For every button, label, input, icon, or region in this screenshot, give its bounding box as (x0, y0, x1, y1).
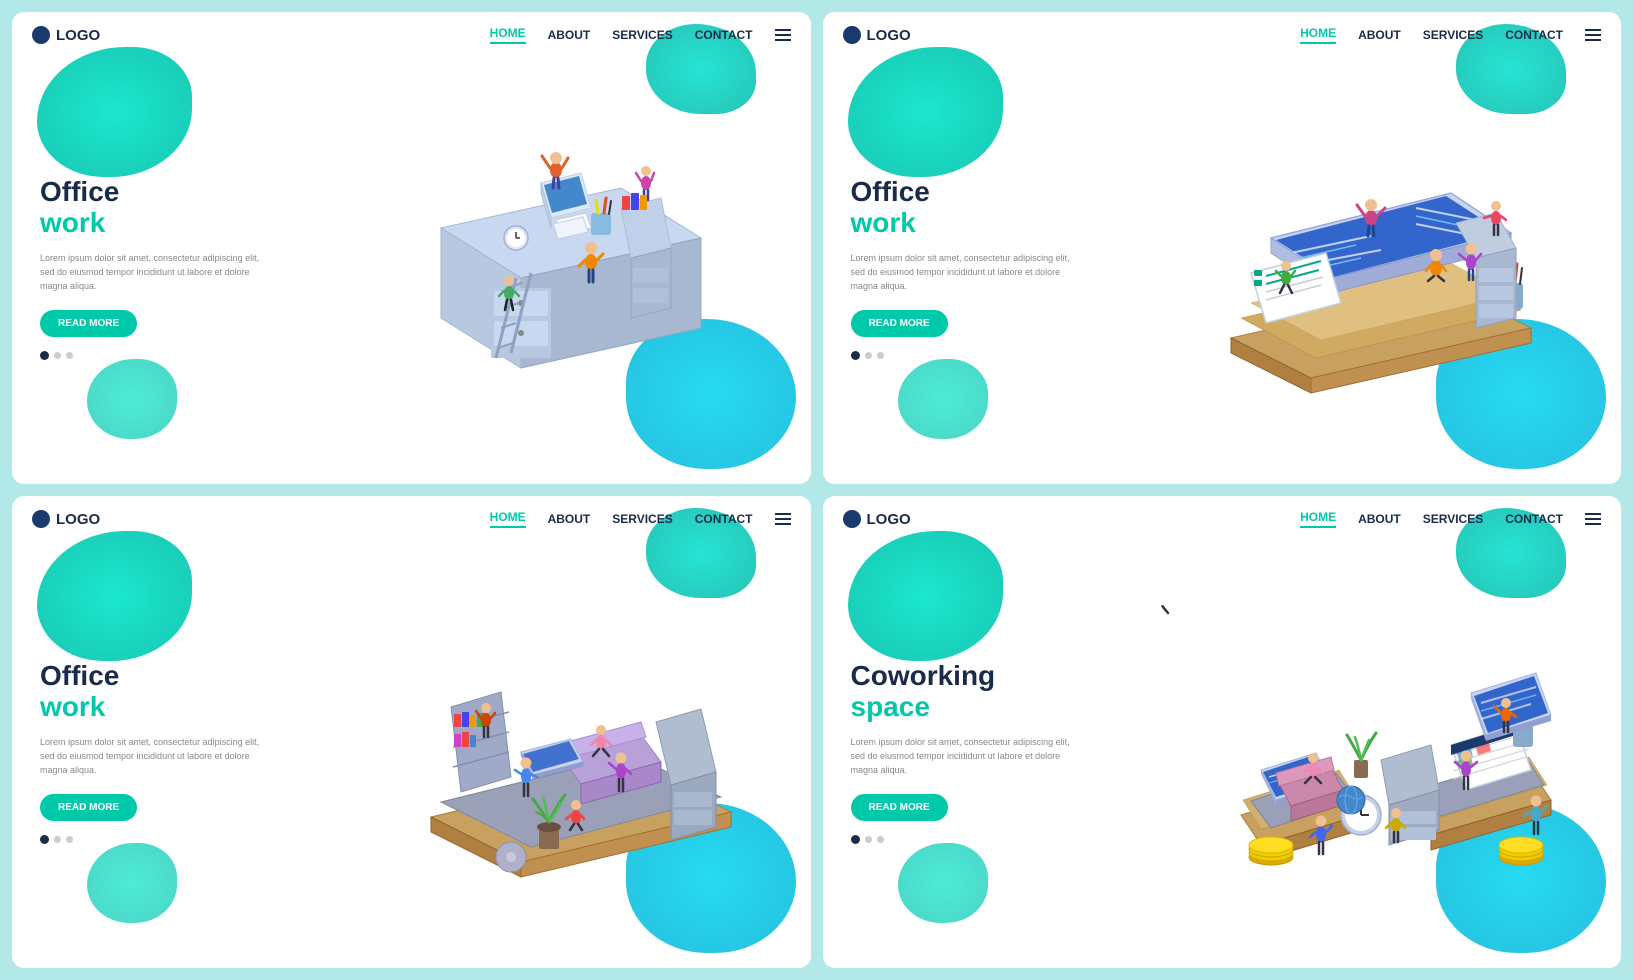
illustration-1 (291, 52, 810, 484)
dot-active-4 (851, 835, 860, 844)
desc-1: Lorem ipsum dolor sit amet, consectetur … (40, 251, 260, 294)
title-line1-1: Office (40, 177, 260, 208)
logo-3: LOGO (32, 510, 100, 528)
title-line1-3: Office (40, 661, 260, 692)
nav-about-1[interactable]: ABOUT (548, 28, 591, 42)
read-more-btn-3[interactable]: READ MORE (40, 794, 137, 821)
logo-text-3: LOGO (56, 511, 100, 528)
coworking-svg (1161, 605, 1561, 900)
read-more-btn-2[interactable]: READ MORE (851, 310, 948, 337)
card-4: LOGO HOME ABOUT SERVICES CONTACT Coworki… (823, 496, 1622, 968)
dot-2-3 (54, 836, 61, 843)
dots-2 (851, 351, 1071, 360)
title-line2-1: work (40, 208, 260, 239)
dot-active-1 (40, 351, 49, 360)
illustration-2 (1102, 52, 1621, 484)
read-more-btn-1[interactable]: READ MORE (40, 310, 137, 337)
illustration-3 (291, 536, 810, 968)
nav-home-2[interactable]: HOME (1300, 26, 1336, 44)
nav-3: LOGO HOME ABOUT SERVICES CONTACT (12, 496, 811, 542)
dot-2-1 (54, 352, 61, 359)
dots-4 (851, 835, 1071, 844)
nav-about-2[interactable]: ABOUT (1358, 28, 1401, 42)
dot-active-3 (40, 835, 49, 844)
nav-links-4: HOME ABOUT SERVICES CONTACT (1300, 510, 1601, 528)
logo-dot-4 (843, 510, 861, 528)
read-more-btn-4[interactable]: READ MORE (851, 794, 948, 821)
content-left-3: Office work Lorem ipsum dolor sit amet, … (40, 661, 260, 844)
logo-dot-3 (32, 510, 50, 528)
logo-4: LOGO (843, 510, 911, 528)
card-2: LOGO HOME ABOUT SERVICES CONTACT Office … (823, 12, 1622, 484)
nav-links-1: HOME ABOUT SERVICES CONTACT (490, 26, 791, 44)
nav-contact-4[interactable]: CONTACT (1505, 512, 1563, 526)
nav-links-3: HOME ABOUT SERVICES CONTACT (490, 510, 791, 528)
dots-1 (40, 351, 260, 360)
title-line2-3: work (40, 692, 260, 723)
desc-2: Lorem ipsum dolor sit amet, consectetur … (851, 251, 1071, 294)
logo-text-1: LOGO (56, 27, 100, 44)
hamburger-3[interactable] (775, 513, 791, 525)
dot-3-1 (66, 352, 73, 359)
nav-1: LOGO HOME ABOUT SERVICES CONTACT (12, 12, 811, 58)
laptop-svg (1171, 128, 1551, 408)
hamburger-2[interactable] (1585, 29, 1601, 41)
title-line2-2: work (851, 208, 1071, 239)
nav-services-1[interactable]: SERVICES (612, 28, 672, 42)
nav-contact-1[interactable]: CONTACT (695, 28, 753, 42)
nav-4: LOGO HOME ABOUT SERVICES CONTACT (823, 496, 1622, 542)
logo-dot-1 (32, 26, 50, 44)
dots-3 (40, 835, 260, 844)
nav-services-4[interactable]: SERVICES (1423, 512, 1483, 526)
hamburger-4[interactable] (1585, 513, 1601, 525)
desc-4: Lorem ipsum dolor sit amet, consectetur … (851, 735, 1071, 778)
hamburger-1[interactable] (775, 29, 791, 41)
dot-3-3 (66, 836, 73, 843)
nav-links-2: HOME ABOUT SERVICES CONTACT (1300, 26, 1601, 44)
nav-home-1[interactable]: HOME (490, 26, 526, 44)
content-left-4: Coworking space Lorem ipsum dolor sit am… (851, 661, 1071, 844)
dot-active-2 (851, 351, 860, 360)
nav-contact-3[interactable]: CONTACT (695, 512, 753, 526)
content-left-1: Office work Lorem ipsum dolor sit amet, … (40, 177, 260, 360)
desk-svg (361, 128, 741, 408)
nav-home-3[interactable]: HOME (490, 510, 526, 528)
nav-about-3[interactable]: ABOUT (548, 512, 591, 526)
nav-2: LOGO HOME ABOUT SERVICES CONTACT (823, 12, 1622, 58)
nav-services-2[interactable]: SERVICES (1423, 28, 1483, 42)
dot-2-2 (865, 352, 872, 359)
dot-3-2 (877, 352, 884, 359)
logo-text-4: LOGO (867, 511, 911, 528)
room-svg (361, 607, 741, 897)
nav-services-3[interactable]: SERVICES (612, 512, 672, 526)
card-3: LOGO HOME ABOUT SERVICES CONTACT Office … (12, 496, 811, 968)
title-line1-2: Office (851, 177, 1071, 208)
logo-2: LOGO (843, 26, 911, 44)
card-1: LOGO HOME ABOUT SERVICES CONTACT Office … (12, 12, 811, 484)
illustration-4 (1102, 536, 1621, 968)
title-line1-4: Coworking (851, 661, 1071, 692)
logo-dot-2 (843, 26, 861, 44)
logo-1: LOGO (32, 26, 100, 44)
content-left-2: Office work Lorem ipsum dolor sit amet, … (851, 177, 1071, 360)
dot-3-4 (877, 836, 884, 843)
dot-2-4 (865, 836, 872, 843)
desc-3: Lorem ipsum dolor sit amet, consectetur … (40, 735, 260, 778)
title-line2-4: space (851, 692, 1071, 723)
nav-contact-2[interactable]: CONTACT (1505, 28, 1563, 42)
nav-about-4[interactable]: ABOUT (1358, 512, 1401, 526)
logo-text-2: LOGO (867, 27, 911, 44)
nav-home-4[interactable]: HOME (1300, 510, 1336, 528)
